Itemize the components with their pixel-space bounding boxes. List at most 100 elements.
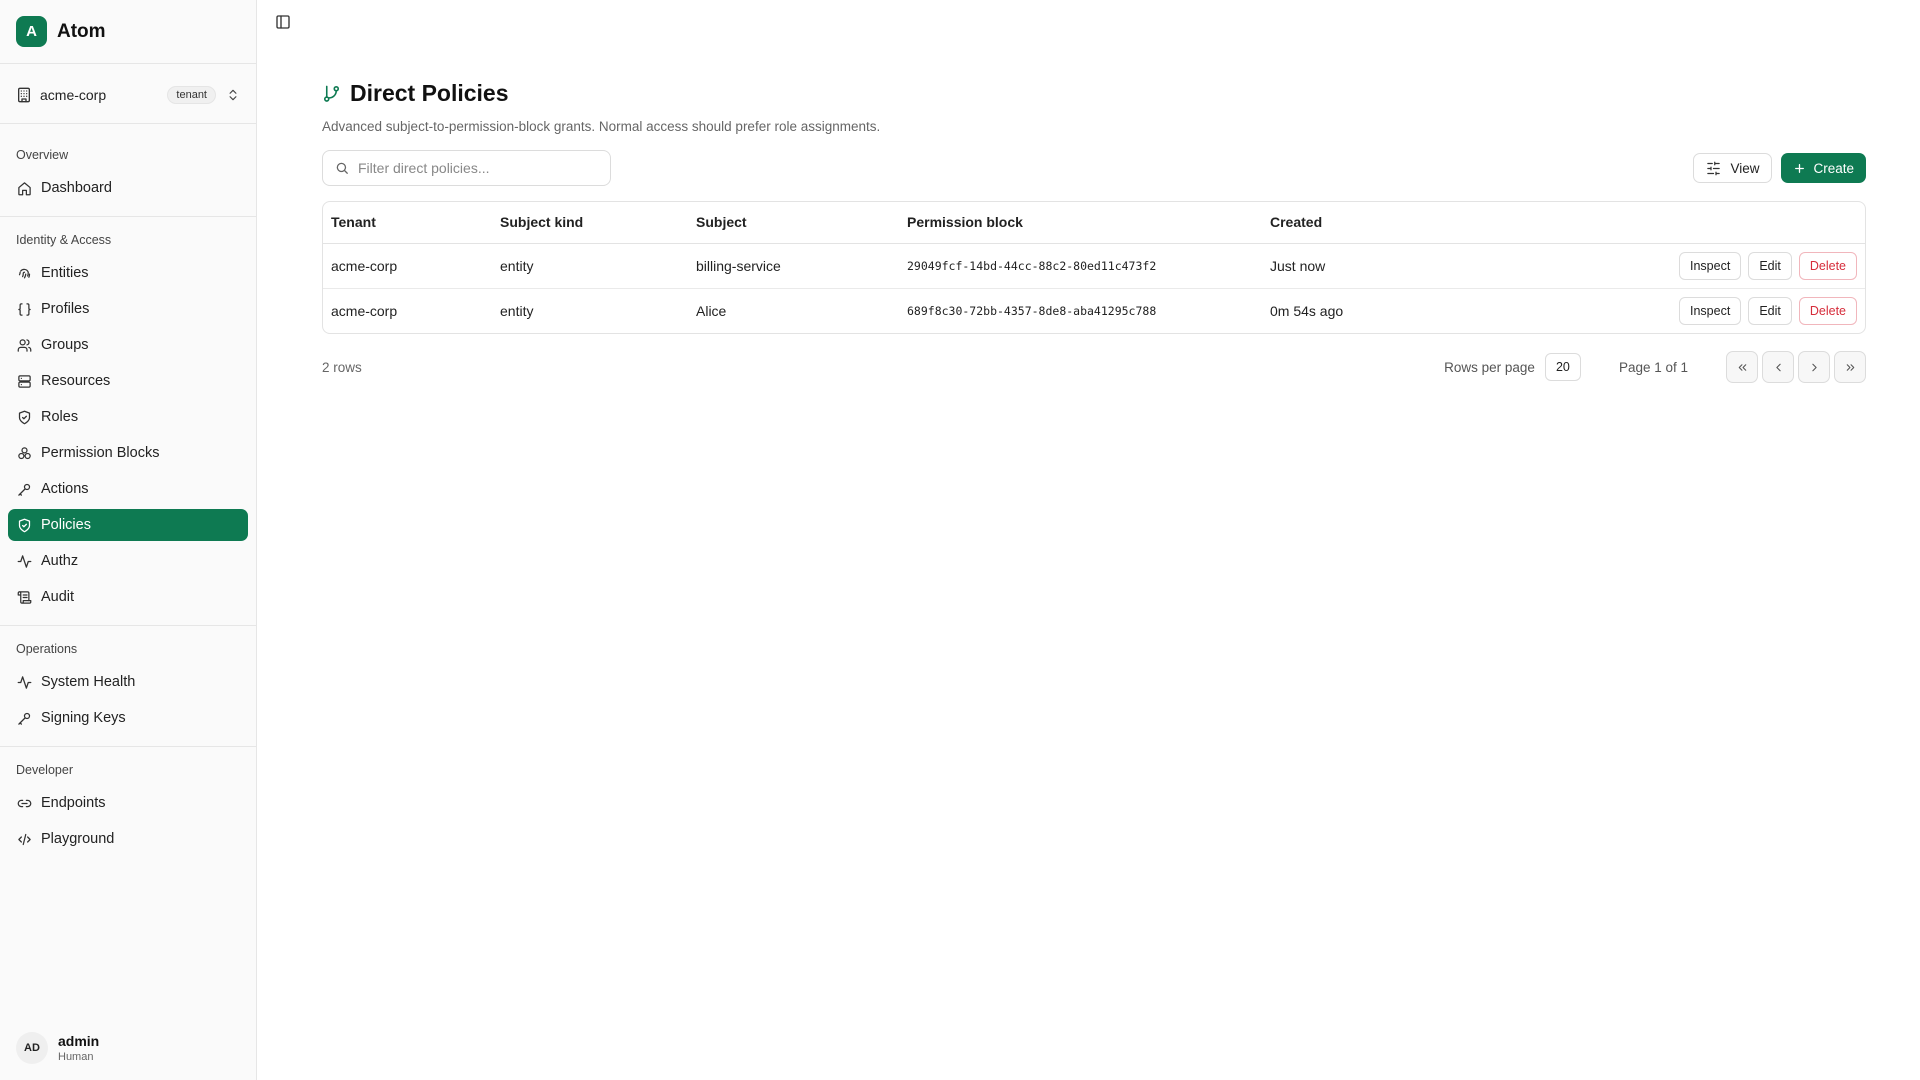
sidebar-item-signing-keys[interactable]: Signing Keys <box>8 702 248 734</box>
sidebar-item-label: Groups <box>41 337 89 353</box>
previous-page-button[interactable] <box>1762 351 1794 383</box>
shield-icon <box>17 410 32 425</box>
page-nav <box>1726 351 1866 383</box>
nav-heading: Developer <box>16 763 73 777</box>
user-role: Human <box>58 1051 94 1063</box>
sidebar-item-authz[interactable]: Authz <box>8 545 248 577</box>
sidebar-item-endpoints[interactable]: Endpoints <box>8 787 248 819</box>
search-icon <box>335 161 349 175</box>
brand-name: Atom <box>57 20 106 42</box>
sidebar-item-groups[interactable]: Groups <box>8 329 248 361</box>
cell-actions: Inspect Edit Delete <box>1482 288 1865 333</box>
page-info: Page 1 of 1 <box>1618 359 1688 375</box>
brand[interactable]: A Atom <box>0 0 256 64</box>
chevron-left-icon <box>1772 361 1785 374</box>
main-content: Direct Policies Advanced subject-to-perm… <box>322 80 1866 384</box>
sidebar-item-policies[interactable]: Policies <box>8 509 248 541</box>
brand-logo: A <box>16 16 47 47</box>
code-icon <box>17 832 32 847</box>
nav-heading: Identity & Access <box>16 233 112 247</box>
pagination: Rows per page 20 Page 1 of 1 <box>1444 351 1866 383</box>
sidebar-item-permission-blocks[interactable]: Permission Blocks <box>8 437 248 469</box>
user-name: admin <box>58 1033 100 1049</box>
sidebar-item-actions[interactable]: Actions <box>8 473 248 505</box>
sidebar-item-system-health[interactable]: System Health <box>8 666 248 698</box>
chevrons-left-icon <box>1736 361 1749 374</box>
next-page-button[interactable] <box>1798 351 1830 383</box>
column-header-actions <box>1482 202 1865 244</box>
page-header: Direct Policies <box>322 80 1866 107</box>
column-header-permission-block[interactable]: Permission block <box>899 202 1262 244</box>
cell-tenant: acme-corp <box>331 302 398 319</box>
row-count: 2 rows <box>322 359 362 375</box>
create-button-label: Create <box>1813 160 1854 176</box>
inspect-button[interactable]: Inspect <box>1679 296 1742 325</box>
delete-button[interactable]: Delete <box>1798 296 1857 325</box>
sidebar-item-entities[interactable]: Entities <box>8 257 248 289</box>
key-icon <box>17 711 32 726</box>
table-footer: 2 rows Rows per page 20 Page 1 of 1 <box>322 350 1866 384</box>
edit-button[interactable]: Edit <box>1748 251 1792 280</box>
table-header-row: Tenant Subject kind Subject Permission b… <box>323 202 1865 244</box>
column-header-subject-kind[interactable]: Subject kind <box>492 202 688 244</box>
search-box[interactable] <box>322 150 611 186</box>
last-page-button[interactable] <box>1834 351 1866 383</box>
sidebar-item-profiles[interactable]: Profiles <box>8 293 248 325</box>
sidebar-item-label: Permission Blocks <box>41 445 160 461</box>
cell-created: 0m 54s ago <box>1270 302 1344 319</box>
rows-per-page-label: Rows per page <box>1444 359 1535 375</box>
braces-icon <box>17 302 32 317</box>
sidebar-item-label: Policies <box>41 517 91 533</box>
users-icon <box>17 338 32 353</box>
sidebar-item-playground[interactable]: Playground <box>8 823 248 855</box>
sidebar-item-label: Roles <box>41 409 79 425</box>
edit-button[interactable]: Edit <box>1748 296 1792 325</box>
server-icon <box>17 374 32 389</box>
page-subtitle: Advanced subject-to-permission-block gra… <box>322 119 881 134</box>
sidebar-item-label: Dashboard <box>41 180 112 196</box>
nav-heading: Overview <box>16 148 69 162</box>
user-menu[interactable]: AD admin Human <box>0 1016 256 1080</box>
inspect-button[interactable]: Inspect <box>1679 251 1742 280</box>
sidebar-item-dashboard[interactable]: Dashboard <box>8 172 248 204</box>
activity-icon <box>17 554 32 569</box>
git-branch-icon <box>322 84 341 103</box>
sidebar-item-roles[interactable]: Roles <box>8 401 248 433</box>
sidebar-item-label: Actions <box>41 481 89 497</box>
sidebar-item-label: Playground <box>41 831 115 847</box>
sliders-icon <box>1706 161 1721 176</box>
column-header-tenant[interactable]: Tenant <box>323 202 492 244</box>
column-header-created[interactable]: Created <box>1262 202 1482 244</box>
cell-permission-block: 29049fcf-14bd-44cc-88c2-80ed11c473f2 <box>899 243 1262 289</box>
tenant-name: acme-corp <box>40 86 107 103</box>
view-button[interactable]: View <box>1693 153 1773 183</box>
sidebar-item-resources[interactable]: Resources <box>8 365 248 397</box>
view-button-label: View <box>1730 160 1760 176</box>
first-page-button[interactable] <box>1726 351 1758 383</box>
building-icon <box>16 87 32 103</box>
rows-per-page-select[interactable]: 20 <box>1544 353 1581 381</box>
sidebar-item-audit[interactable]: Audit <box>8 581 248 613</box>
panel-left-icon <box>275 14 293 30</box>
sidebar-toggle-button[interactable] <box>275 14 293 32</box>
tenant-badge: tenant <box>167 85 216 104</box>
sidebar-item-label: Signing Keys <box>41 710 126 726</box>
delete-button[interactable]: Delete <box>1798 251 1857 280</box>
sidebar-item-label: Resources <box>41 373 111 389</box>
cell-subject: billing-service <box>688 243 899 289</box>
user-info: admin Human <box>58 1033 99 1063</box>
sidebar-item-label: Endpoints <box>41 795 106 811</box>
plus-icon <box>1793 162 1806 175</box>
column-header-subject[interactable]: Subject <box>688 202 899 244</box>
tenant-switcher[interactable]: acme-corp tenant <box>0 66 256 124</box>
cell-actions: Inspect Edit Delete <box>1482 243 1865 289</box>
search-input[interactable] <box>358 160 588 176</box>
cell-tenant: acme-corp <box>323 243 492 289</box>
create-button[interactable]: Create <box>1781 153 1866 183</box>
blocks-icon <box>17 446 32 461</box>
wrench-icon <box>17 482 32 497</box>
sidebar-item-label: Profiles <box>41 301 90 317</box>
link-icon <box>17 796 32 811</box>
chevrons-right-icon <box>1844 361 1857 374</box>
fingerprint-icon <box>17 266 32 281</box>
